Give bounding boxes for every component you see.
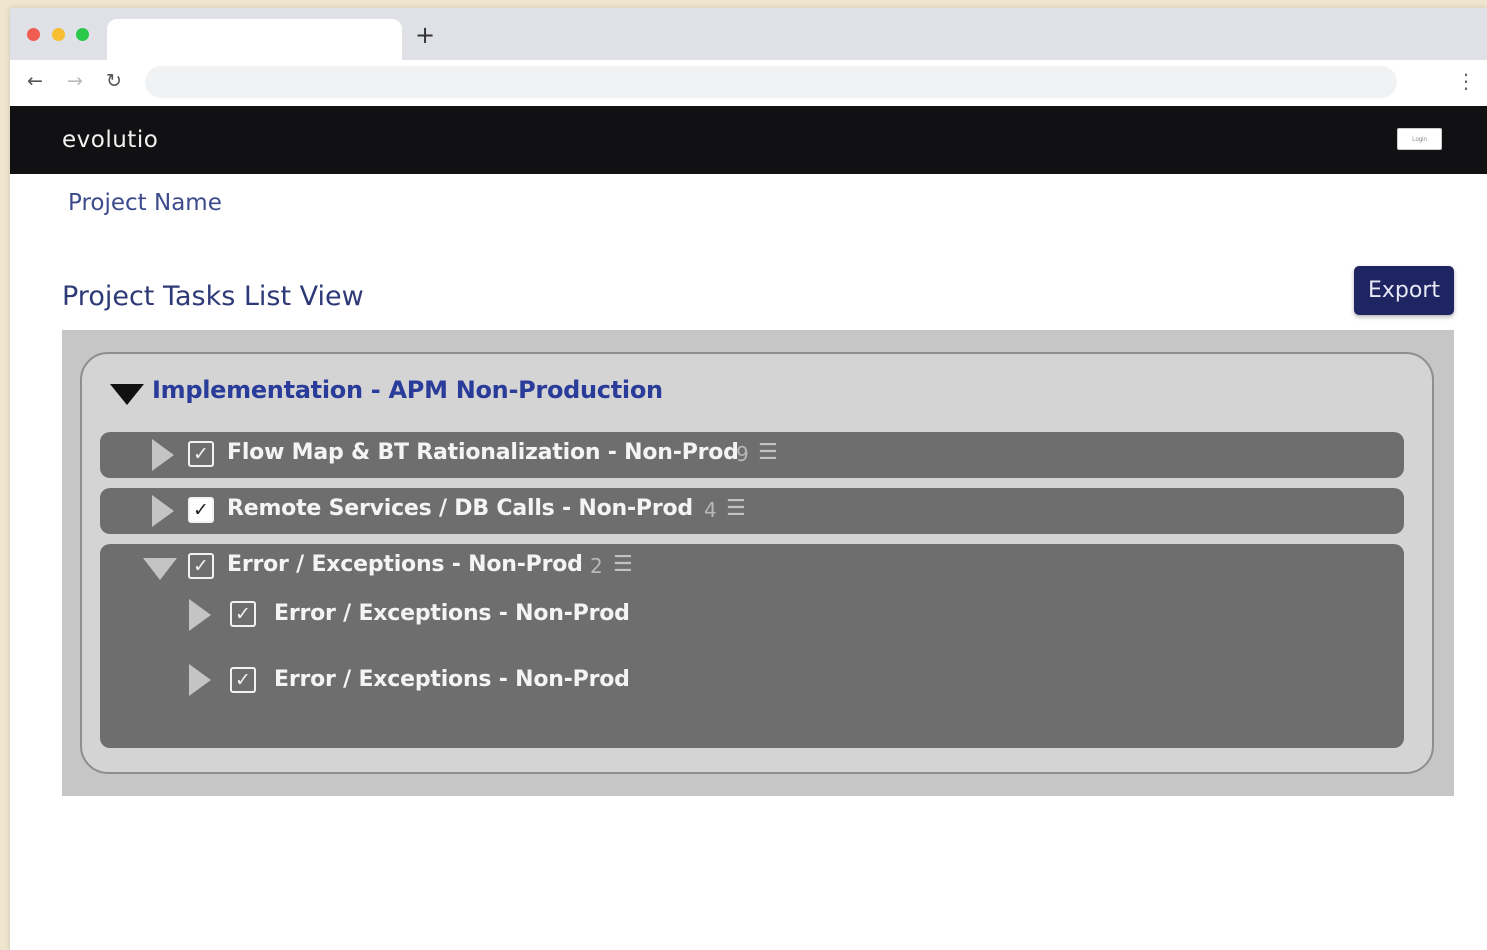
address-bar[interactable] xyxy=(145,66,1397,98)
app-header: evolutio Login xyxy=(10,106,1487,174)
export-button[interactable]: Export xyxy=(1354,266,1454,315)
expand-caret-icon[interactable] xyxy=(189,664,211,696)
expand-caret-icon[interactable] xyxy=(189,599,211,631)
list-icon[interactable]: ☰ xyxy=(613,550,633,580)
evolutio-logo[interactable]: evolutio xyxy=(62,126,158,154)
expand-caret-icon[interactable] xyxy=(152,495,174,527)
task-row-expanded[interactable]: ✓ Error / Exceptions - Non-Prod 2 ☰ ✓ Er… xyxy=(100,544,1404,748)
reload-icon[interactable]: ↻ xyxy=(106,69,122,93)
maximize-window-dot[interactable] xyxy=(76,28,89,41)
list-icon[interactable]: ☰ xyxy=(758,438,778,468)
task-label: Error / Exceptions - Non-Prod xyxy=(227,552,583,577)
task-group-title[interactable]: Implementation - APM Non-Production xyxy=(152,374,663,406)
minimize-window-dot[interactable] xyxy=(52,28,65,41)
browser-toolbar: ← → ↻ ⋮ xyxy=(10,60,1487,106)
browser-window: + ← → ↻ ⋮ evolutio Login Project Name Pr… xyxy=(10,8,1487,950)
subtask-label: Error / Exceptions - Non-Prod xyxy=(274,667,630,692)
task-group: Implementation - APM Non-Production ✓ Fl… xyxy=(80,352,1434,774)
collapse-caret-icon[interactable] xyxy=(143,558,177,580)
page-title: Project Tasks List View xyxy=(62,281,364,312)
expand-caret-icon[interactable] xyxy=(152,439,174,471)
subtask-count: 2 xyxy=(590,554,603,578)
back-arrow-icon[interactable]: ← xyxy=(27,69,43,93)
list-icon[interactable]: ☰ xyxy=(726,494,746,524)
login-button[interactable]: Login xyxy=(1397,128,1442,150)
task-checkbox[interactable]: ✓ xyxy=(188,441,214,467)
collapse-caret-icon[interactable] xyxy=(110,384,144,405)
task-checkbox[interactable]: ✓ xyxy=(188,553,214,579)
tasks-panel: Implementation - APM Non-Production ✓ Fl… xyxy=(62,330,1454,796)
task-label: Flow Map & BT Rationalization - Non-Prod xyxy=(227,440,739,465)
task-label: Remote Services / DB Calls - Non-Prod xyxy=(227,496,693,521)
task-row[interactable]: ✓ Remote Services / DB Calls - Non-Prod … xyxy=(100,488,1404,534)
forward-arrow-icon[interactable]: → xyxy=(67,69,83,93)
browser-menu-icon[interactable]: ⋮ xyxy=(1456,69,1476,93)
subtask-label: Error / Exceptions - Non-Prod xyxy=(274,601,630,626)
task-checkbox[interactable]: ✓ xyxy=(188,497,214,523)
project-name: Project Name xyxy=(68,190,222,216)
subtask-checkbox[interactable]: ✓ xyxy=(230,667,256,693)
task-row[interactable]: ✓ Flow Map & BT Rationalization - Non-Pr… xyxy=(100,432,1404,478)
close-window-dot[interactable] xyxy=(27,28,40,41)
tab-strip: + xyxy=(10,8,1487,60)
subtask-count: 9 xyxy=(736,442,749,466)
subtask-checkbox[interactable]: ✓ xyxy=(230,601,256,627)
new-tab-button[interactable]: + xyxy=(415,22,435,48)
subtask-count: 4 xyxy=(704,498,717,522)
browser-tab[interactable] xyxy=(107,19,402,60)
